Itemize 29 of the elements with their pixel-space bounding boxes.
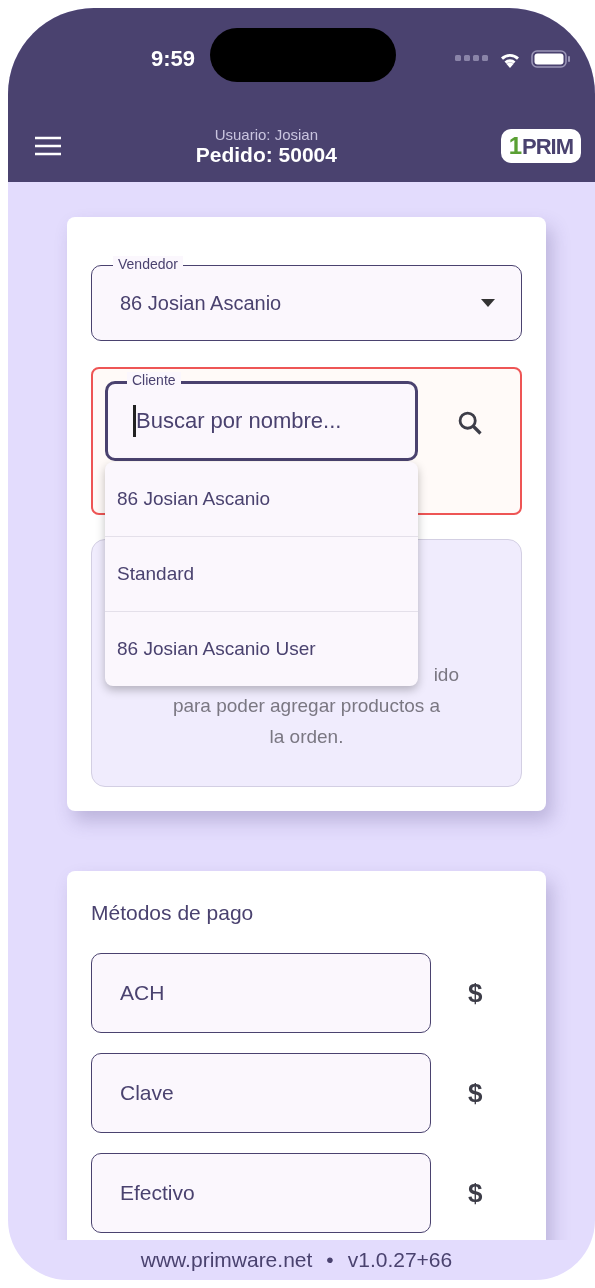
website-link[interactable]: www.primware.net bbox=[140, 1248, 313, 1272]
suggestion-item[interactable]: 86 Josian Ascanio bbox=[105, 462, 418, 536]
status-time: 9:59 bbox=[149, 46, 196, 72]
brand-logo: 1PRIM bbox=[500, 129, 581, 163]
battery-icon bbox=[531, 49, 571, 69]
search-icon bbox=[456, 409, 484, 437]
suggestion-item[interactable]: 86 Josian Ascanio User bbox=[105, 611, 418, 686]
currency-symbol: $ bbox=[468, 977, 483, 1009]
version-label: v1.0.27+66 bbox=[347, 1248, 453, 1272]
user-label: Usuario: Josian bbox=[214, 125, 318, 143]
suggestion-item[interactable]: Standard bbox=[105, 536, 418, 611]
signal-icon bbox=[455, 55, 489, 63]
payment-method-field[interactable]: Clave bbox=[91, 1053, 431, 1133]
separator-dot: • bbox=[326, 1248, 334, 1272]
info-text: la orden. bbox=[268, 725, 345, 749]
payment-method-field[interactable]: Efectivo bbox=[91, 1153, 431, 1233]
menu-button[interactable] bbox=[34, 136, 62, 156]
field-label: Vendedor bbox=[113, 256, 183, 272]
info-text: ido bbox=[432, 663, 460, 687]
field-label: Cliente bbox=[127, 372, 181, 388]
text-cursor bbox=[133, 405, 136, 437]
menu-icon bbox=[34, 136, 62, 156]
order-title: Pedido: 50004 bbox=[195, 142, 337, 167]
currency-symbol: $ bbox=[468, 1177, 483, 1209]
dropdown-caret-icon bbox=[481, 299, 495, 307]
info-text: para poder agregar productos a bbox=[171, 694, 442, 718]
section-title: Métodos de pago bbox=[91, 900, 255, 926]
currency-symbol: $ bbox=[468, 1077, 483, 1109]
payment-method-field[interactable]: ACH bbox=[91, 953, 431, 1033]
